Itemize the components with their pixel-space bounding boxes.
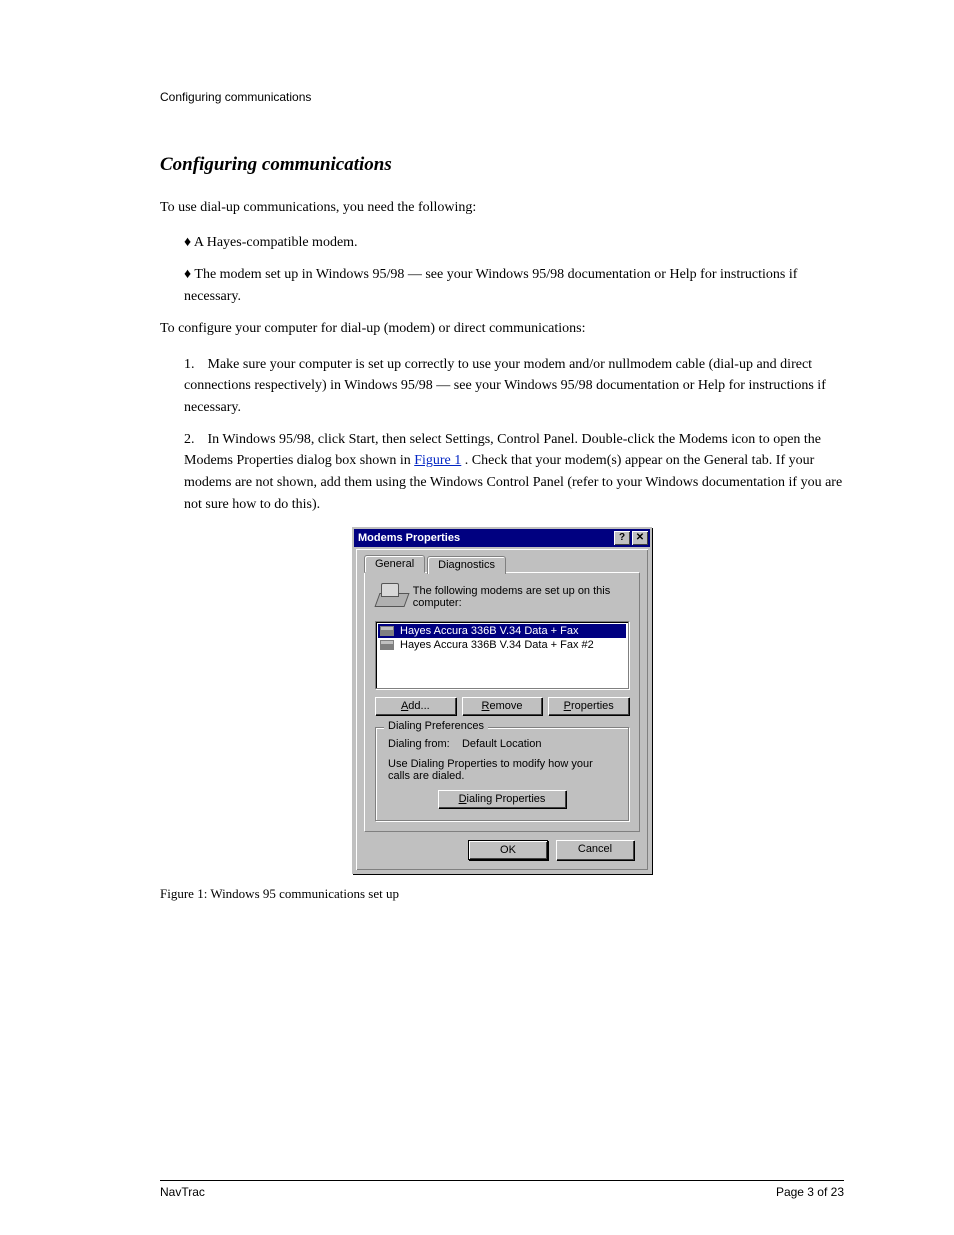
requirements-list: ♦ A Hayes-compatible modem. ♦ The modem … [184,232,844,307]
step-1: 1. Make sure your computer is set up cor… [184,354,844,419]
dialog-titlebar[interactable]: Modems Properties ? ✕ [354,529,650,547]
page-footer: NavTrac Page 3 of 23 [160,1180,844,1199]
running-header: Configuring communications [160,90,844,104]
steps-list: 1. Make sure your computer is set up cor… [184,354,844,516]
bullet-setup: ♦ The modem set up in Windows 95/98 — se… [184,264,844,307]
bullet-modem: ♦ A Hayes-compatible modem. [184,232,844,254]
step-1-num: 1. [184,354,204,376]
group-legend: Dialing Preferences [384,720,488,732]
steps-lead: To configure your computer for dial-up (… [160,319,844,339]
tab-diagnostics[interactable]: Diagnostics [427,556,506,574]
footer-left: NavTrac [160,1185,205,1199]
modem-mini-icon [380,640,394,650]
dialog-intro-text: The following modems are set up on this … [413,585,629,609]
modem-icon [375,583,403,611]
add-button[interactable]: Add... [375,697,456,715]
dialing-properties-button[interactable]: Dialing Properties [438,790,566,808]
step-2: 2. In Windows 95/98, click Start, then s… [184,429,844,516]
figure-1: Modems Properties ? ✕ General Diagnostic… [160,527,844,874]
modem-list-item[interactable]: Hayes Accura 336B V.34 Data + Fax #2 [378,638,626,652]
step-2-num: 2. [184,429,204,451]
tab-general[interactable]: General [364,555,425,573]
section-title: Configuring communications [160,154,844,176]
figure-1-caption: Figure 1: Windows 95 communications set … [160,886,844,902]
properties-button[interactable]: Properties [548,697,629,715]
modem-item-0-label: Hayes Accura 336B V.34 Data + Fax [400,625,578,637]
intro-text: To use dial-up communications, you need … [160,198,844,218]
dialing-from-label: Dialing from: [388,738,450,750]
dialing-help-text: Use Dialing Properties to modify how you… [388,758,616,782]
dialog-title: Modems Properties [358,532,612,544]
cancel-button[interactable]: Cancel [556,840,634,860]
modem-mini-icon [380,626,394,636]
modem-list[interactable]: Hayes Accura 336B V.34 Data + Fax Hayes … [375,621,629,689]
modems-properties-dialog: Modems Properties ? ✕ General Diagnostic… [352,527,652,874]
ok-button[interactable]: OK [468,840,548,860]
remove-button[interactable]: Remove [462,697,543,715]
footer-right: Page 3 of 23 [776,1185,844,1199]
help-icon[interactable]: ? [614,531,630,545]
step-1-text: Make sure your computer is set up correc… [184,357,826,415]
close-icon[interactable]: ✕ [632,531,648,545]
modem-list-item[interactable]: Hayes Accura 336B V.34 Data + Fax [378,624,626,638]
dialing-from-value: Default Location [462,738,542,750]
modem-item-1-label: Hayes Accura 336B V.34 Data + Fax #2 [400,639,594,651]
figure-1-link[interactable]: Figure 1 [414,453,461,468]
dialing-preferences-group: Dialing Preferences Dialing from: Defaul… [375,727,629,821]
